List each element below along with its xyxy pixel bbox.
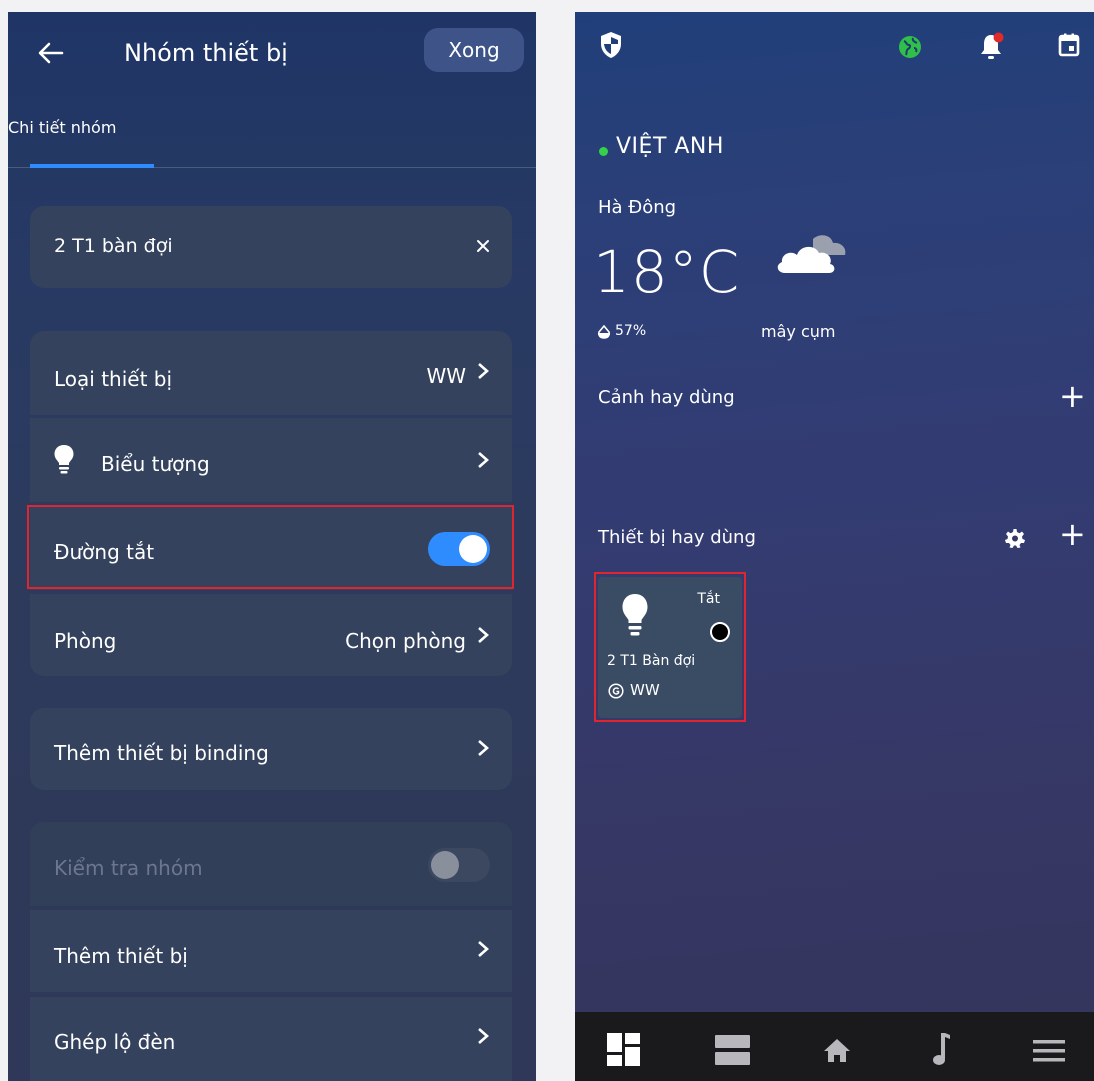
- room-row[interactable]: Phòng Chọn phòng: [30, 594, 512, 676]
- back-arrow-icon[interactable]: [36, 38, 66, 68]
- globe-icon[interactable]: [898, 35, 922, 59]
- group-settings-screen: Nhóm thiết bị Xong Chi tiết nhóm 2 T1 bà…: [8, 12, 536, 1081]
- chevron-right-icon: [478, 941, 489, 957]
- bottom-navigation: [575, 1012, 1094, 1081]
- device-type-value: WW: [426, 364, 466, 388]
- devices-section-title: Thiết bị hay dùng: [598, 527, 756, 548]
- device-type-label: Loại thiết bị: [54, 367, 173, 391]
- shield-icon[interactable]: [599, 31, 623, 59]
- tab-group-details[interactable]: Chi tiết nhóm: [8, 118, 116, 137]
- add-device-button[interactable]: +: [1059, 518, 1086, 550]
- weather-condition: mây cụm: [761, 322, 836, 341]
- bell-icon[interactable]: [979, 32, 1005, 62]
- room-label: Phòng: [54, 629, 117, 653]
- room-value: Chọn phòng: [345, 629, 466, 653]
- list-icon[interactable]: [715, 1035, 750, 1065]
- home-screen: VIỆT ANH Hà Đông 18°C 57% mây cụm Cảnh h…: [575, 12, 1094, 1081]
- done-button[interactable]: Xong: [424, 28, 524, 72]
- add-scene-button[interactable]: +: [1059, 380, 1086, 412]
- dashboard-icon[interactable]: [607, 1033, 640, 1066]
- group-name-value: 2 T1 bàn đợi: [54, 235, 173, 257]
- weather-humidity: 57%: [615, 323, 647, 339]
- icon-label: Biểu tượng: [101, 452, 210, 476]
- weather-temperature: 18°C: [593, 238, 741, 306]
- highlight-box: [594, 572, 746, 722]
- device-type-row[interactable]: Loại thiết bị WW: [30, 331, 512, 415]
- humidity-drop-icon: [597, 325, 611, 339]
- chevron-right-icon: [478, 1028, 489, 1044]
- weather-location: Hà Đông: [598, 197, 677, 218]
- toggle-knob: [431, 851, 459, 879]
- online-status-dot: [599, 147, 608, 156]
- lightbulb-icon: [54, 445, 74, 474]
- binding-label: Thêm thiết bị binding: [54, 741, 269, 765]
- chevron-right-icon: [478, 627, 489, 643]
- add-device-row[interactable]: Thêm thiết bị: [30, 910, 512, 992]
- highlight-box: [27, 505, 514, 589]
- pair-light-row[interactable]: Ghép lộ đèn: [30, 997, 512, 1081]
- icon-row[interactable]: Biểu tượng: [30, 418, 512, 502]
- tab-active-indicator: [30, 164, 154, 168]
- clear-icon[interactable]: [476, 239, 490, 253]
- home-icon[interactable]: [823, 1038, 851, 1063]
- add-device-label: Thêm thiết bị: [54, 944, 188, 968]
- page-title: Nhóm thiết bị: [124, 39, 288, 67]
- check-group-label: Kiểm tra nhóm: [54, 856, 203, 880]
- chevron-right-icon: [478, 740, 489, 756]
- music-icon[interactable]: [933, 1033, 951, 1066]
- chevron-right-icon: [478, 363, 489, 379]
- binding-row[interactable]: Thêm thiết bị binding: [30, 708, 512, 790]
- cloud-icon: [777, 235, 846, 273]
- calendar-icon[interactable]: [1058, 33, 1080, 57]
- gear-icon[interactable]: [1005, 528, 1025, 548]
- user-name: VIỆT ANH: [616, 134, 724, 159]
- group-name-field[interactable]: 2 T1 bàn đợi: [30, 206, 512, 288]
- pair-light-label: Ghép lộ đèn: [54, 1030, 176, 1054]
- check-group-toggle[interactable]: [428, 848, 490, 882]
- scenes-section-title: Cảnh hay dùng: [598, 387, 735, 408]
- menu-icon[interactable]: [1033, 1040, 1065, 1062]
- chevron-right-icon: [478, 452, 489, 468]
- check-group-row: Kiểm tra nhóm: [30, 822, 512, 906]
